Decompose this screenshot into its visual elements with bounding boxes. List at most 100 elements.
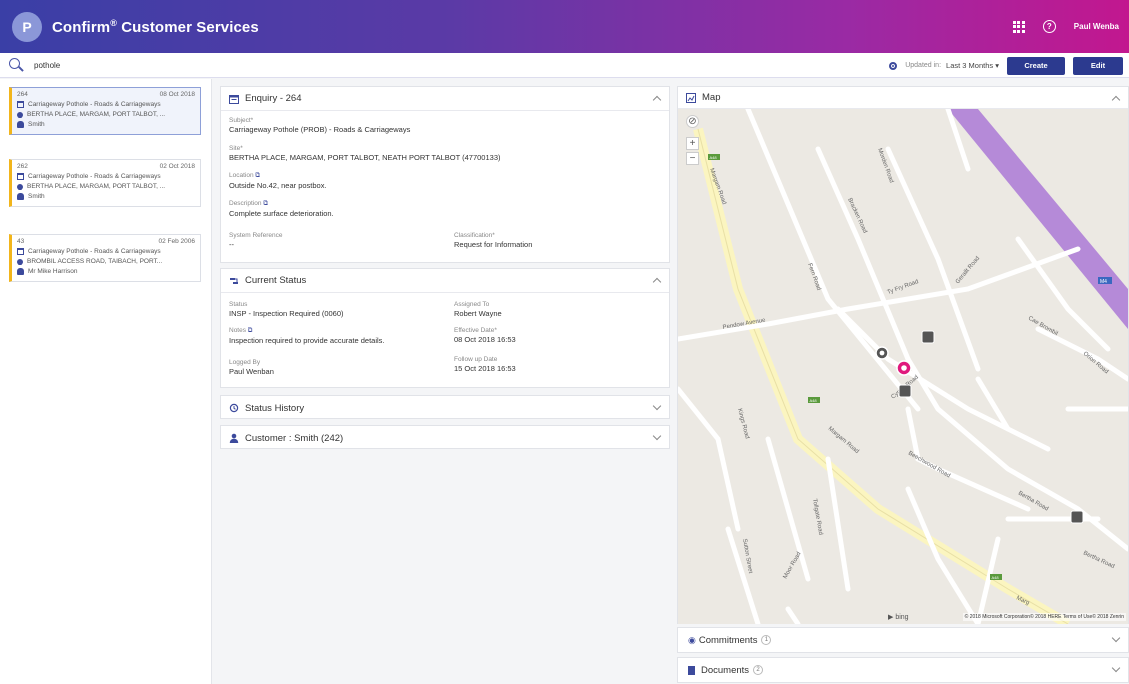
map-copyright: © 2018 Microsoft Corporation© 2018 HERE … [962,613,1126,621]
location-pin-icon [17,258,25,265]
description-label-text: Description [229,200,262,207]
app-title-main: Confirm [52,18,111,36]
customer-panel[interactable]: Customer : Smith (242) [220,425,670,449]
road-badge: A48 [992,575,1000,580]
enquiry-card[interactable]: 262 02 Oct 2018 Carriageway Pothole - Roa… [9,159,201,207]
enquiry-subject: Carriageway Pothole - Roads & Carriagewa… [28,173,161,180]
assigned-to-label: Assigned To [454,301,490,308]
updated-in-select[interactable]: Last 3 Months ▾ [946,61,999,70]
collapse-icon[interactable] [652,95,662,105]
status-label: Status [229,301,248,308]
map-icon [686,92,696,103]
enquiry-customer: Smith [28,193,45,200]
search-bar: Updated in: Last 3 Months ▾ Create Edit [0,53,1129,78]
edit-button[interactable]: Edit [1073,56,1123,75]
map-roads: A48 A48 A48 M4 Margam Road Margam Road B… [678,109,1128,624]
user-icon [17,268,24,275]
help-icon[interactable]: ? [1042,20,1056,33]
asset-marker[interactable] [1070,510,1084,524]
enquiry-subject: Carriageway Pothole - Roads & Carriagewa… [28,248,161,255]
follow-up-date-value: 15 Oct 2018 16:53 [454,364,516,373]
user-icon [17,121,24,128]
asset-marker[interactable] [921,330,935,344]
map-panel-header[interactable]: Map [678,87,1128,109]
edit-icon[interactable]: ⧉ [255,172,260,179]
create-button[interactable]: Create [1007,56,1065,75]
enquiry-card[interactable]: 43 02 Feb 2006 Carriageway Pothole - Road… [9,234,201,282]
zoom-in-button[interactable]: + [686,137,699,150]
edit-icon[interactable]: ⧉ [263,200,268,207]
enquiry-subject: Carriageway Pothole - Roads & Carriagewa… [28,101,161,108]
search-input[interactable] [34,60,334,70]
expand-icon[interactable] [1111,663,1121,673]
expand-icon[interactable] [652,401,662,411]
current-status-title: Current Status [245,275,307,286]
road-badge: M4 [1100,279,1107,285]
effective-date-value: 08 Oct 2018 16:53 [454,335,516,344]
app-logo[interactable]: P [12,11,42,42]
document-icon [688,665,695,675]
collapse-icon[interactable] [1111,95,1121,105]
user-name[interactable]: Paul Wenba [1074,22,1119,31]
enquiry-customer: Smith [28,121,45,128]
map-canvas[interactable]: A48 A48 A48 M4 Margam Road Margam Road B… [678,109,1128,624]
documents-panel[interactable]: Documents 2 [677,657,1129,683]
enquiry-date: 02 Oct 2018 [159,163,195,170]
classification-value: Request for Information [454,240,533,249]
enquiry-site: BERTHA PLACE, MARGAM, PORT TALBOT, ... [27,111,166,118]
road-badge: A48 [710,155,718,160]
calendar-icon [17,101,24,108]
updated-in-value: Last 3 Months [946,61,994,70]
commitments-panel[interactable]: ◉ Commitments 1 [677,627,1129,653]
logged-by-value: Paul Wenban [229,367,274,376]
status-history-header[interactable]: Status History [221,396,669,420]
system-reference-value: -- [229,240,234,249]
current-status-header[interactable]: Current Status [221,269,669,293]
effective-date-label: Effective Date* [454,327,497,334]
enquiry-card[interactable]: 264 08 Oct 2018 Carriageway Pothole - Roa… [9,87,201,135]
bing-label: bing [895,614,909,621]
subject-value: Carriageway Pothole (PROB) - Roads & Car… [229,125,411,134]
enquiry-panel-header[interactable]: Enquiry - 264 [221,87,669,111]
collapse-icon[interactable] [652,277,662,287]
system-reference-label: System Reference [229,232,283,239]
enquiry-panel-title: Enquiry - 264 [245,93,302,104]
location-pin-icon [17,111,25,118]
documents-title: Documents [701,664,750,676]
gear-icon[interactable] [889,61,898,70]
current-status-panel: Current Status Status INSP - Inspection R… [220,268,670,388]
customer-title: Customer : Smith (242) [245,432,344,444]
location-label: Location ⧉ [229,172,327,180]
status-flow-icon [230,277,238,284]
asset-marker[interactable] [898,384,912,398]
location-value: Outside No.42, near postbox. [229,181,327,190]
calendar-icon [17,173,24,180]
notes-label-text: Notes [229,327,246,334]
commitments-count: 1 [761,635,772,645]
expand-icon[interactable] [652,431,662,441]
location-pin-icon [17,183,25,190]
enquiry-id: 264 [17,91,28,98]
notes-label: Notes ⧉ [229,327,385,335]
enquiry-date: 02 Feb 2006 [158,238,195,245]
history-icon [229,403,239,413]
customer-header[interactable]: Customer : Smith (242) [221,426,669,450]
expand-icon[interactable] [1111,633,1121,643]
search-icon[interactable] [8,57,24,73]
map-title: Map [702,92,721,103]
enquiry-panel: Enquiry - 264 Subject* Carriageway Pothol… [220,86,670,263]
zoom-out-button[interactable]: − [686,152,699,165]
enquiry-list: 264 08 Oct 2018 Carriageway Pothole - Roa… [0,79,212,684]
description-value: Complete surface deterioration. [229,209,334,218]
location-label-text: Location [229,172,254,179]
edit-icon[interactable]: ⧉ [248,327,253,334]
status-history-panel[interactable]: Status History [220,395,670,419]
logged-by-label: Logged By [229,359,261,366]
enquiry-site: BERTHA PLACE, MARGAM, PORT TALBOT, ... [27,183,166,190]
apps-grid-icon[interactable] [1012,20,1025,33]
notes-value: Inspection required to provide accurate … [229,336,385,345]
user-icon [17,193,24,200]
site-value: BERTHA PLACE, MARGAM, PORT TALBOT, NEATH… [229,153,501,162]
compass-icon[interactable]: ⊘ [686,115,699,128]
calendar-icon [17,248,24,255]
